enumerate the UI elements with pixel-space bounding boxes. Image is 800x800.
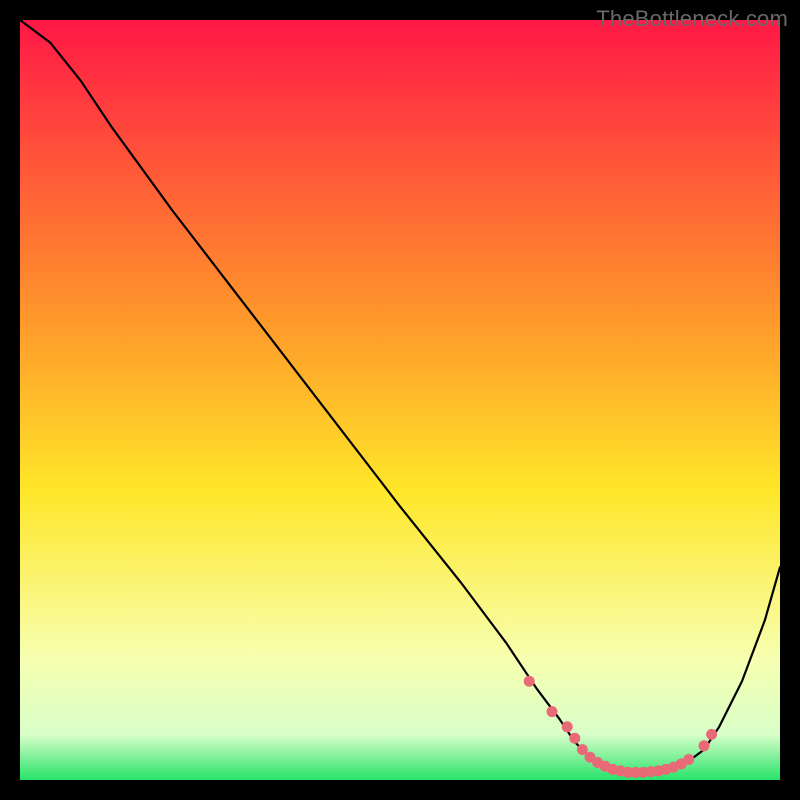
curve-marker	[699, 741, 709, 751]
gradient-background	[20, 20, 780, 780]
chart-frame: TheBottleneck.com	[0, 0, 800, 800]
curve-marker	[707, 729, 717, 739]
curve-marker	[547, 707, 557, 717]
curve-marker	[562, 722, 572, 732]
watermark-label: TheBottleneck.com	[596, 6, 788, 32]
bottleneck-chart	[20, 20, 780, 780]
curve-marker	[577, 745, 587, 755]
curve-marker	[684, 755, 694, 765]
curve-marker	[524, 676, 534, 686]
curve-marker	[570, 733, 580, 743]
